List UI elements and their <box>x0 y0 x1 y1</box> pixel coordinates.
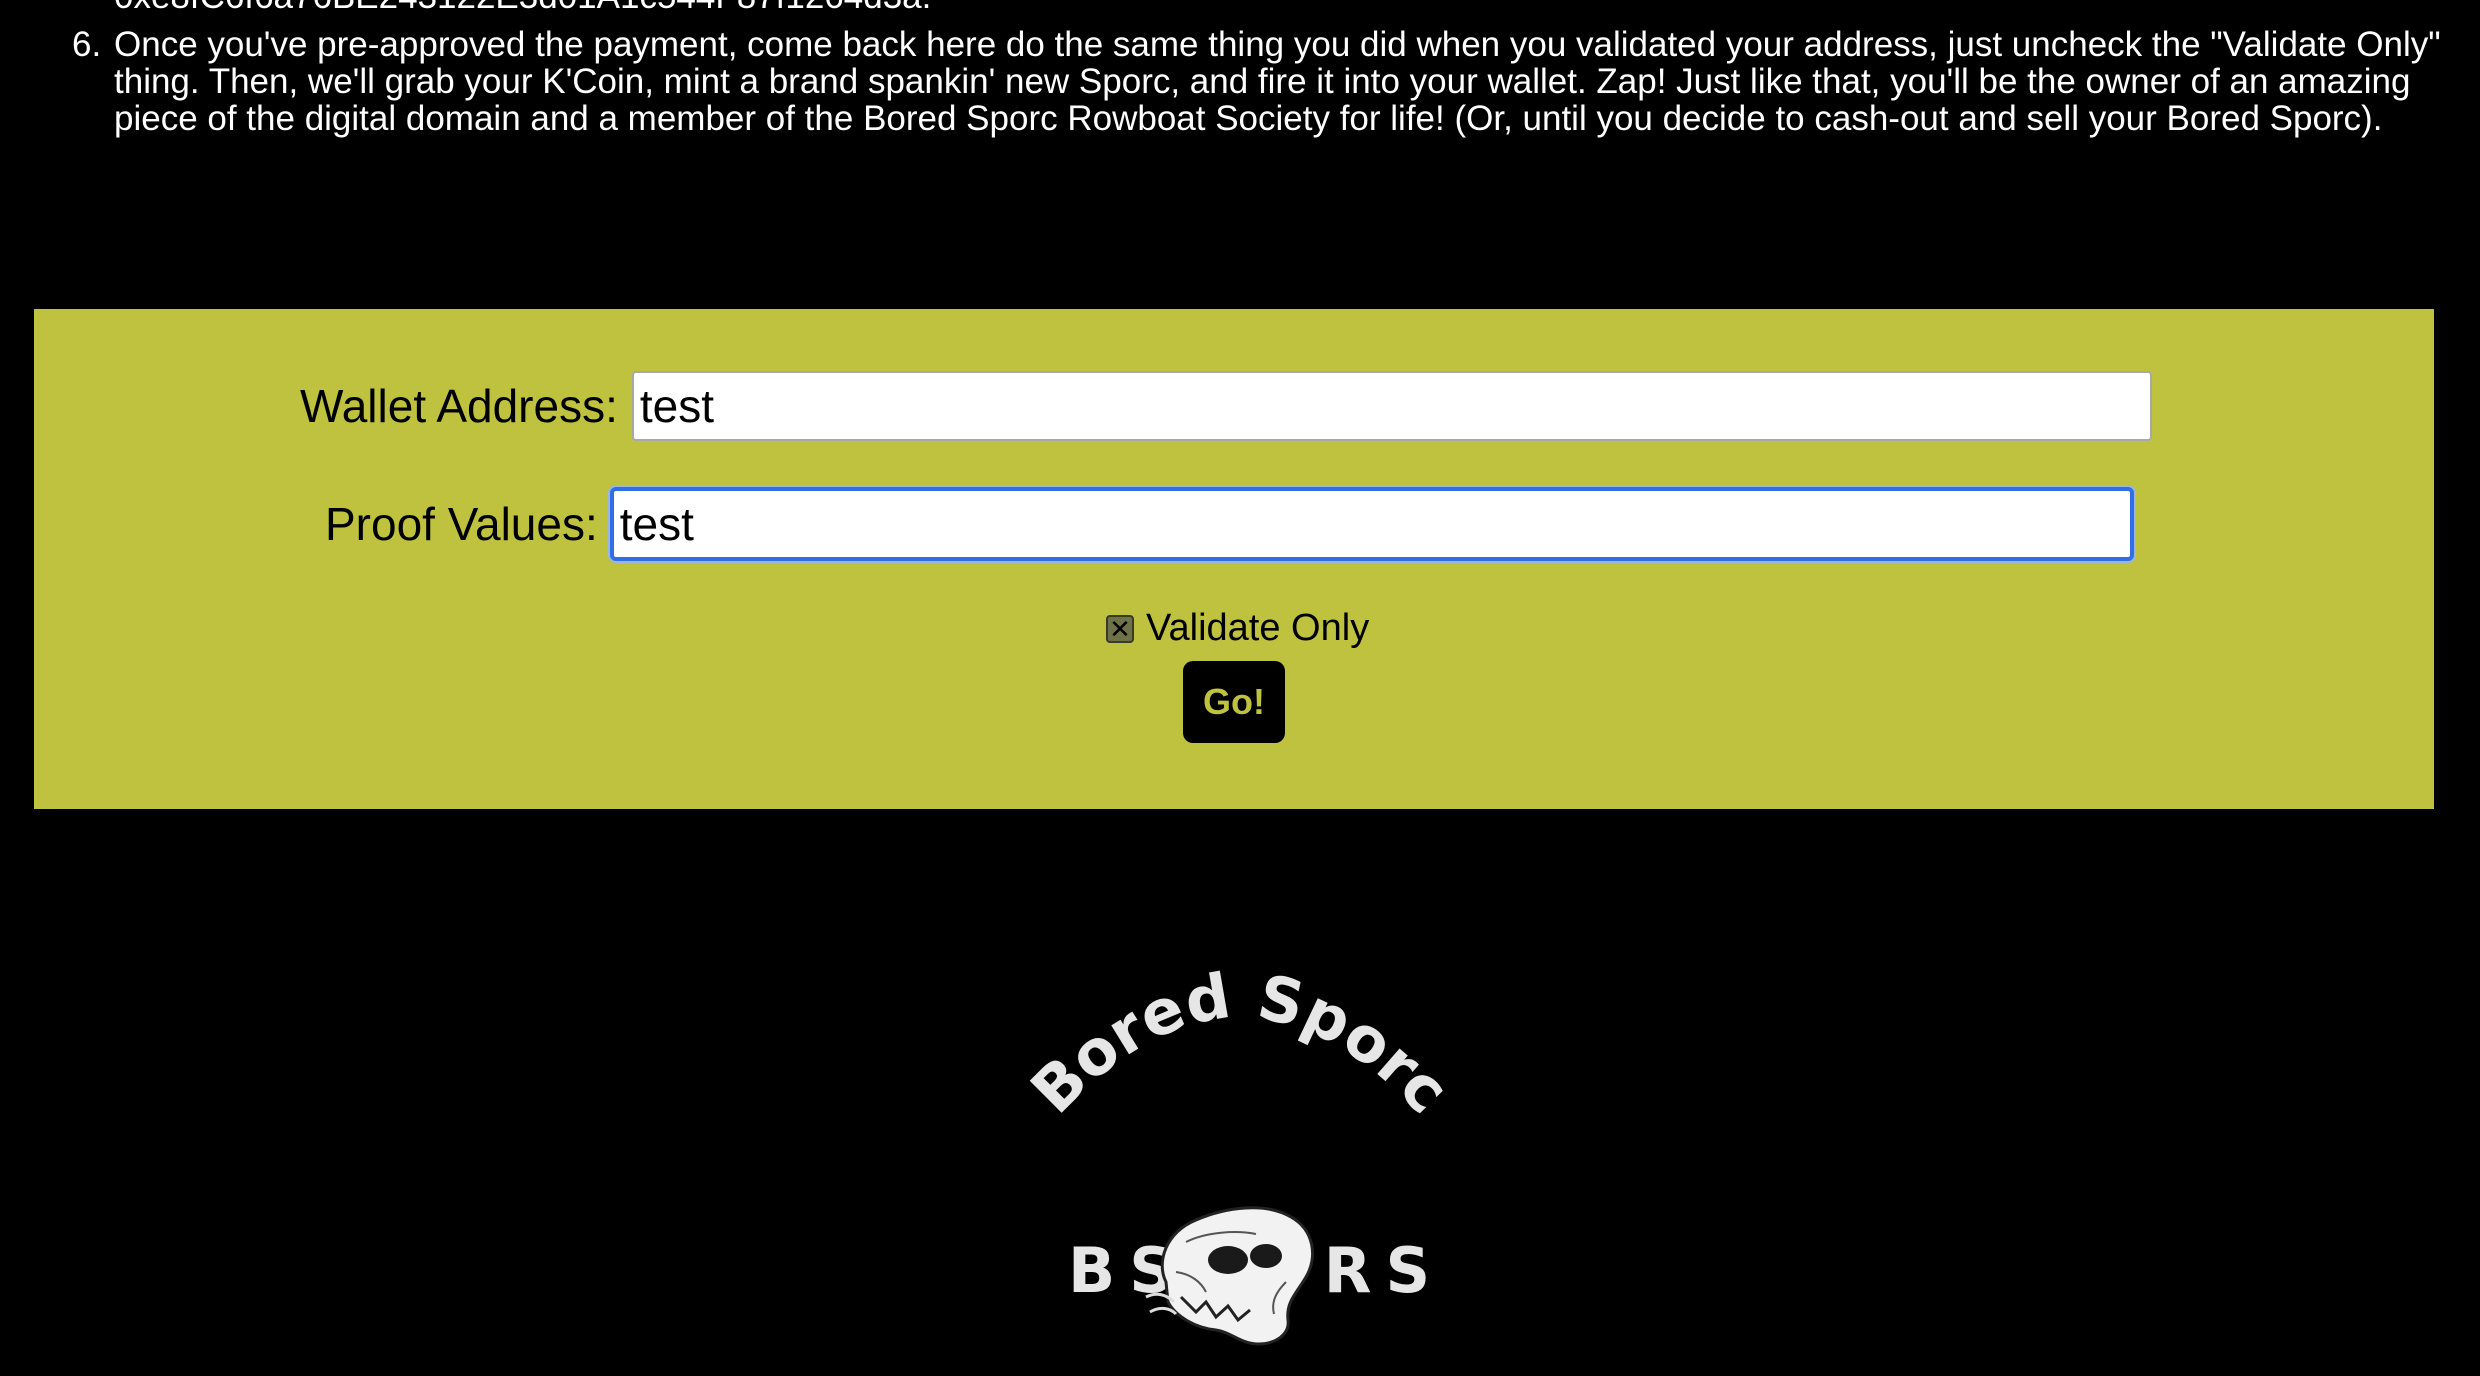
skull-icon <box>1145 1206 1315 1346</box>
wallet-address-value: test <box>639 380 715 432</box>
contract-address: 0xe8fC6f6a76BE243122E3d01A1c544F87f1264d… <box>114 0 931 15</box>
logo-arc-textpath: Bored Sporc <box>1017 959 1464 1127</box>
step-number: 6. <box>72 25 102 64</box>
logo-svg: Bored Sporc BS RS <box>1017 959 1464 1346</box>
validate-only-label[interactable]: Validate Only <box>1146 607 1369 650</box>
page: 0xe8fC6f6a76BE243122E3d01A1c544F87f1264d… <box>0 0 2480 1376</box>
proof-values-value: test <box>619 498 694 550</box>
step-text: Once you've pre-approved the payment, co… <box>114 25 2441 138</box>
wallet-row: Wallet Address: test <box>300 371 2152 441</box>
logo-arc-text: Bored Sporc <box>1017 959 1464 1127</box>
logo-letters-right: RS <box>1324 1234 1444 1307</box>
validate-only-row[interactable]: ✕ Validate Only <box>1106 607 1369 650</box>
go-button[interactable]: Go! <box>1183 661 1285 743</box>
checkbox-x-icon[interactable]: ✕ <box>1106 614 1134 643</box>
step-6: 6. Once you've pre-approved the payment,… <box>72 25 2444 138</box>
proof-values-input[interactable]: test <box>609 487 2134 561</box>
wallet-address-input[interactable]: test <box>631 371 2152 441</box>
mint-form: Wallet Address: test Proof Values: test … <box>34 309 2434 809</box>
bored-sporc-logo: Bored Sporc BS RS <box>1000 940 1480 1376</box>
proof-row: Proof Values: test <box>325 487 2134 561</box>
wallet-address-label: Wallet Address: <box>300 380 618 432</box>
proof-values-label: Proof Values: <box>325 498 598 550</box>
